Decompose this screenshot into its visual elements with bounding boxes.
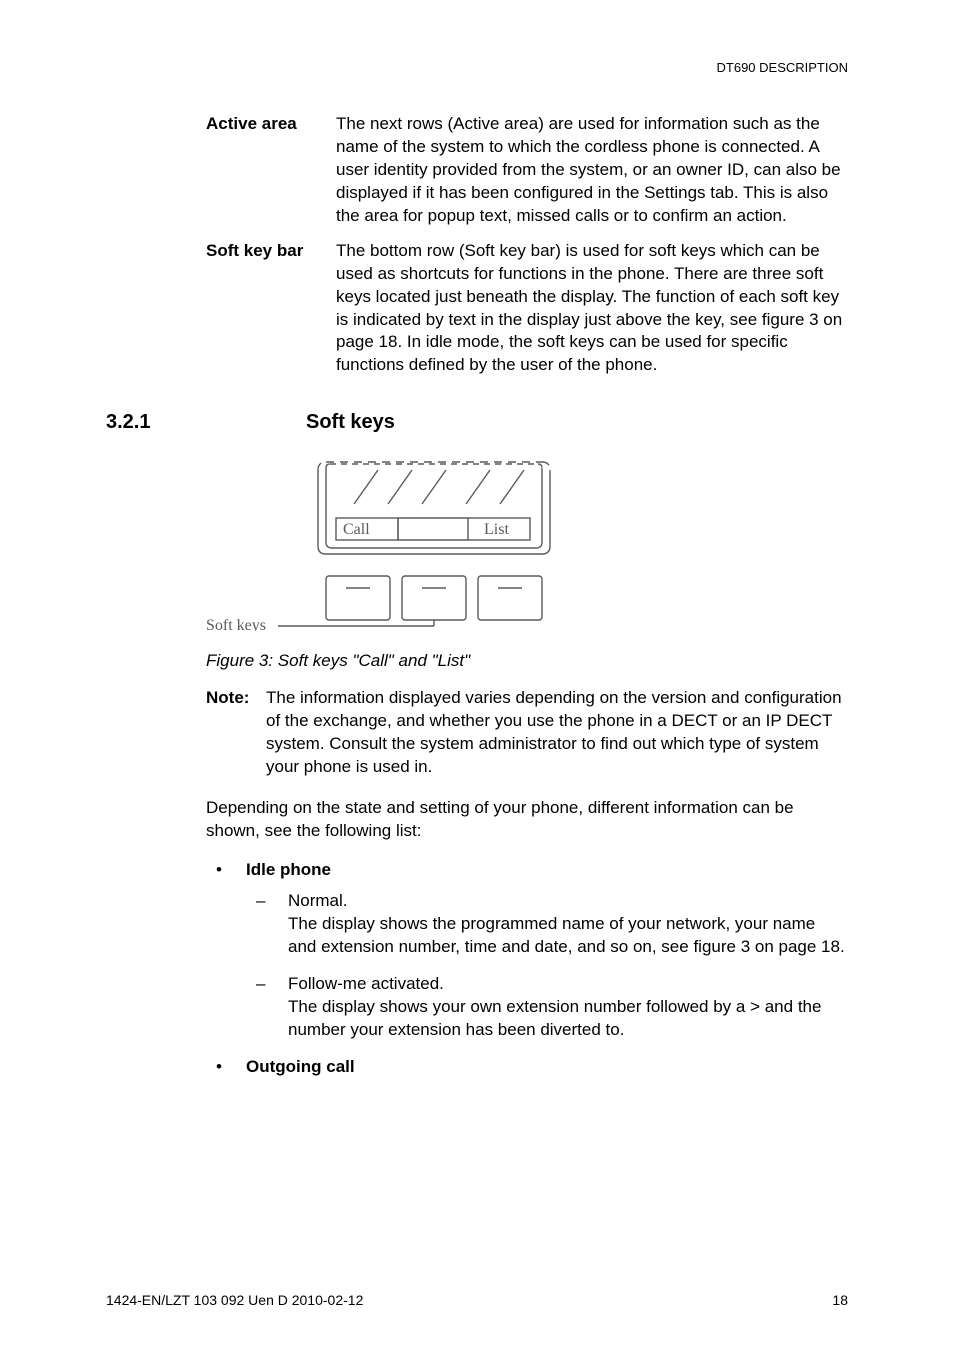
- figure-side-label: Soft keys: [206, 617, 266, 631]
- definition-term: Active area: [206, 113, 336, 228]
- figure-softkeys: Call List Soft keys Figure 3: Soft keys …: [206, 456, 848, 671]
- note-body: The information displayed varies dependi…: [266, 687, 848, 779]
- section-heading: 3.2.1 Soft keys: [106, 411, 848, 434]
- list-item: Normal. The display shows the programmed…: [246, 890, 848, 959]
- list-item: Idle phone Normal. The display shows the…: [206, 859, 848, 1042]
- list-item: Outgoing call: [206, 1056, 848, 1079]
- definition-term: Soft key bar: [206, 240, 336, 378]
- section-title: Soft keys: [306, 411, 395, 434]
- sub-item-title: Normal.: [288, 891, 348, 910]
- list-item-head: Idle phone: [246, 860, 331, 879]
- paragraph: Depending on the state and setting of yo…: [206, 797, 848, 843]
- body-content: Note: The information displayed varies d…: [206, 687, 848, 1078]
- sub-item-body: The display shows the programmed name of…: [288, 914, 845, 956]
- running-header: DT690 DESCRIPTION: [106, 60, 848, 75]
- list-item-head: Outgoing call: [246, 1057, 355, 1076]
- softkey-label-right: List: [484, 521, 509, 538]
- softkey-label-left: Call: [343, 521, 370, 538]
- figure-caption: Figure 3: Soft keys "Call" and "List": [206, 651, 848, 671]
- sub-item-title: Follow-me activated.: [288, 974, 444, 993]
- page-footer: 1424-EN/LZT 103 092 Uen D 2010-02-12 18: [106, 1292, 848, 1308]
- footer-page-number: 18: [832, 1292, 848, 1308]
- sub-item-body: The display shows your own extension num…: [288, 997, 821, 1039]
- softkeys-diagram: Call List Soft keys: [206, 456, 586, 631]
- running-header-text: DT690 DESCRIPTION: [717, 60, 848, 75]
- sub-list: Normal. The display shows the programmed…: [246, 890, 848, 1042]
- footer-left: 1424-EN/LZT 103 092 Uen D 2010-02-12: [106, 1292, 363, 1308]
- definition-text: The bottom row (Soft key bar) is used fo…: [336, 240, 848, 378]
- top-list: Idle phone Normal. The display shows the…: [206, 859, 848, 1079]
- definition-list: Active area The next rows (Active area) …: [206, 113, 848, 377]
- section-number: 3.2.1: [106, 411, 306, 434]
- definition-row: Soft key bar The bottom row (Soft key ba…: [206, 240, 848, 378]
- definition-text: The next rows (Active area) are used for…: [336, 113, 848, 228]
- note-label: Note:: [206, 687, 266, 779]
- definition-row: Active area The next rows (Active area) …: [206, 113, 848, 228]
- list-item: Follow-me activated. The display shows y…: [246, 973, 848, 1042]
- note-block: Note: The information displayed varies d…: [206, 687, 848, 779]
